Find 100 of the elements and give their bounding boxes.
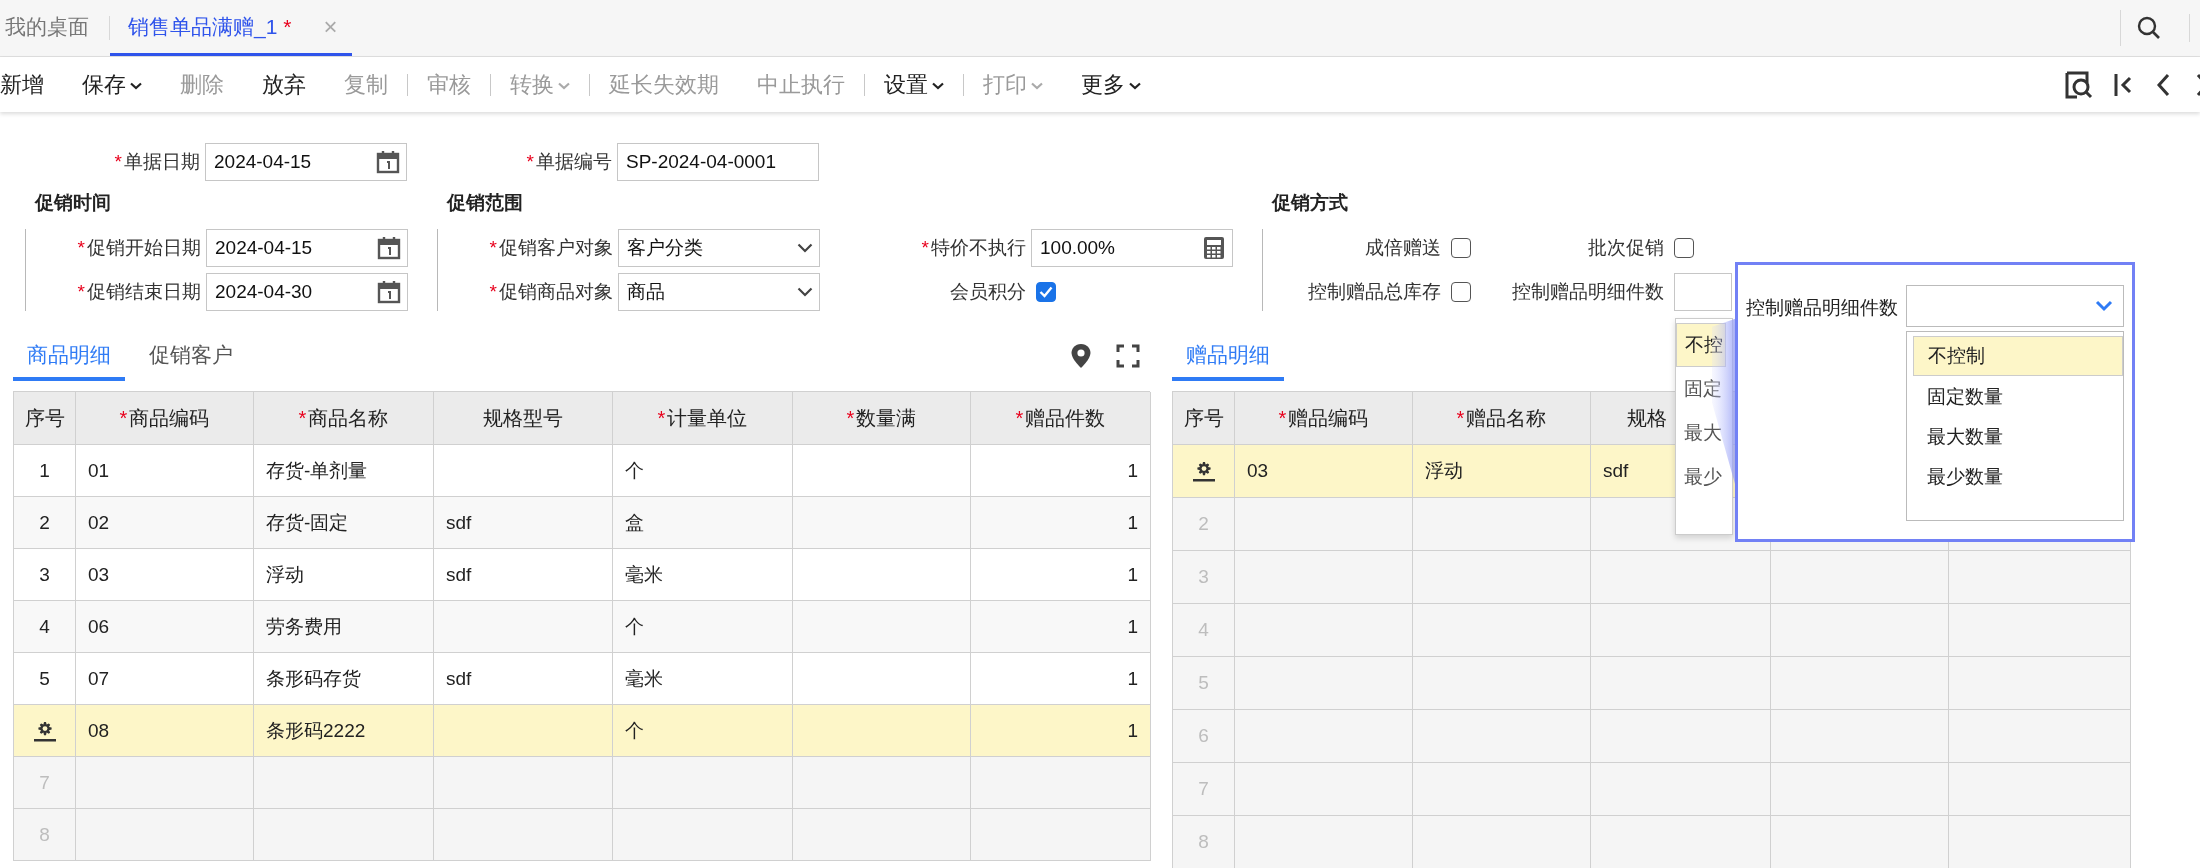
table-cell: 1 (971, 601, 1151, 653)
toolbar-button[interactable]: 保存 (63, 64, 161, 105)
section-title: 促销方式 (1270, 191, 1349, 215)
field-label: 单据编号 (536, 151, 612, 172)
required-mark: * (1015, 406, 1024, 430)
tab[interactable]: 促销客户 (135, 341, 247, 381)
table-cell: 2 (14, 497, 76, 549)
column-header: *赠品件数 (971, 392, 1151, 445)
row-settings-icon (1190, 459, 1217, 483)
required-mark: * (77, 237, 85, 258)
chevron-down-icon (2095, 300, 2113, 312)
table-cell: 毫米 (613, 653, 793, 705)
table-cell: sdf (434, 653, 613, 705)
dropdown-option[interactable]: 最少 (1676, 455, 1726, 499)
tab[interactable]: 赠品明细 (1172, 341, 1284, 381)
select-field[interactable] (1906, 285, 2124, 327)
field-label: 控制赠品明细件数 (1746, 296, 1898, 320)
column-header: *计量单位 (613, 392, 793, 445)
table-cell: 08 (76, 705, 254, 757)
required-mark: * (657, 406, 666, 430)
input-field[interactable]: 2024-04-15 (206, 229, 408, 267)
required-mark: * (298, 406, 307, 430)
field-label: 促销客户对象 (499, 237, 613, 258)
table-cell: 8 (1173, 816, 1235, 868)
section-title: 促销范围 (445, 191, 524, 215)
table-cell: 浮动 (1413, 445, 1591, 498)
toolbar-button[interactable]: 新增 (0, 64, 63, 105)
field-label: 促销开始日期 (87, 237, 201, 258)
table-cell: 毫米 (613, 549, 793, 601)
select-field[interactable]: 客户分类 (618, 229, 820, 267)
dropdown-option[interactable]: 不控制 (1913, 336, 2123, 376)
column-header: 序号 (1173, 392, 1235, 445)
required-mark: * (489, 281, 497, 302)
table-cell: 条形码存货 (254, 653, 434, 705)
table-cell: 1 (971, 497, 1151, 549)
table-cell: 03 (1235, 445, 1413, 498)
table-cell: 盒 (613, 497, 793, 549)
select-field[interactable] (1674, 273, 1732, 311)
input-field[interactable]: 2024-04-30 (206, 273, 408, 311)
field-label: 批次促销 (1588, 237, 1664, 258)
field-label: 成倍赠送 (1365, 237, 1441, 258)
input-field[interactable]: SP-2024-04-0001 (617, 143, 819, 181)
table-cell: 07 (76, 653, 254, 705)
document-tab[interactable]: 我的桌面 (0, 0, 109, 56)
required-mark: * (921, 237, 929, 258)
table-cell: 个 (613, 445, 793, 497)
input-field[interactable]: 100.00% (1031, 229, 1233, 267)
table-cell: 7 (14, 757, 76, 809)
checkbox[interactable] (1451, 238, 1471, 258)
toolbar-button[interactable]: 设置 (865, 64, 963, 105)
field-label: 控制赠品明细件数 (1512, 281, 1664, 302)
preview-icon (2064, 69, 2094, 100)
table-cell: sdf (434, 497, 613, 549)
table-cell: 4 (14, 601, 76, 653)
fullscreen-icon (1116, 344, 1140, 368)
tab[interactable]: 商品明细 (13, 341, 125, 381)
dropdown-option[interactable]: 最大数量 (1913, 418, 2123, 456)
table-cell: 5 (1173, 657, 1235, 710)
table-cell: 1 (971, 445, 1151, 497)
required-mark: * (1456, 406, 1465, 430)
checkbox[interactable] (1036, 282, 1056, 302)
select-field[interactable]: 商品 (618, 273, 820, 311)
required-mark: * (1278, 406, 1287, 430)
dropdown-option[interactable]: 固定数量 (1913, 378, 2123, 416)
column-header: 规格型号 (434, 392, 613, 445)
table-cell: 4 (1173, 604, 1235, 657)
table-cell: 01 (76, 445, 254, 497)
field-label: 会员积分 (950, 281, 1026, 302)
column-header: *商品编码 (76, 392, 254, 445)
column-header: *赠品名称 (1413, 392, 1591, 445)
table-cell: 02 (76, 497, 254, 549)
field-label: 促销结束日期 (87, 281, 201, 302)
input-field[interactable]: 2024-04-15 (205, 143, 407, 181)
table-cell: 存货-单剂量 (254, 445, 434, 497)
toolbar-button[interactable]: 更多 (1062, 64, 1160, 105)
toolbar-button[interactable]: 放弃 (243, 64, 325, 105)
required-mark: * (526, 151, 534, 172)
table-cell: 1 (14, 445, 76, 497)
calendar-icon (377, 280, 401, 304)
column-header: 序号 (14, 392, 76, 445)
table-cell: 浮动 (254, 549, 434, 601)
table-cell: sdf (434, 549, 613, 601)
required-mark: * (846, 406, 855, 430)
required-mark: * (489, 237, 497, 258)
table-cell: 5 (14, 653, 76, 705)
table-cell: 1 (971, 705, 1151, 757)
column-header: *商品名称 (254, 392, 434, 445)
section-title: 促销时间 (33, 191, 112, 215)
chevron-down-icon (797, 287, 813, 297)
table-cell: 1 (971, 653, 1151, 705)
required-mark: * (119, 406, 128, 430)
chevron-down-icon (797, 243, 813, 253)
table-cell: 7 (1173, 763, 1235, 816)
checkbox[interactable] (1451, 282, 1471, 302)
dropdown-option[interactable]: 最少数量 (1913, 458, 2123, 496)
table-cell: 3 (1173, 551, 1235, 604)
table-cell: 个 (613, 601, 793, 653)
required-mark: * (114, 151, 122, 172)
checkbox[interactable] (1674, 238, 1694, 258)
table-cell: 6 (1173, 710, 1235, 763)
